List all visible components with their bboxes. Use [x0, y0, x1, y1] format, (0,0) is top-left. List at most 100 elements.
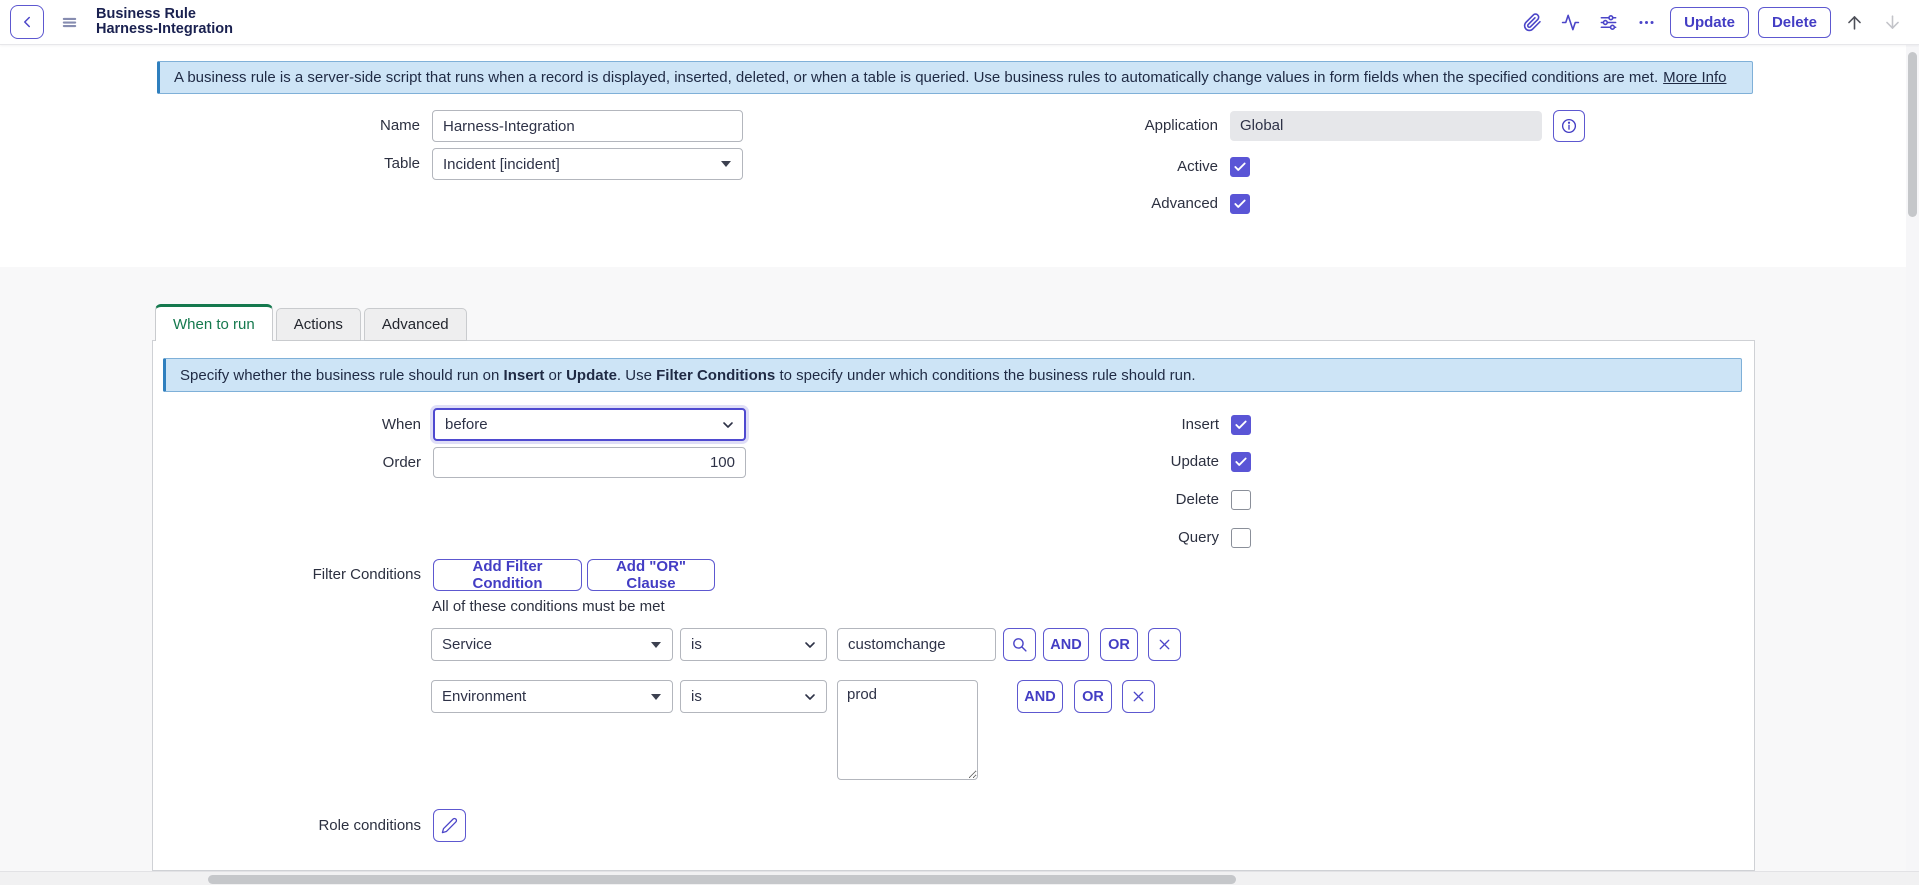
vertical-scrollbar-thumb[interactable]: [1908, 52, 1917, 217]
search-icon: [1011, 636, 1028, 653]
application-info-button[interactable]: [1553, 110, 1585, 142]
dropdown-caret-icon: [651, 694, 661, 700]
insert-checkbox[interactable]: [1231, 415, 1251, 435]
when-to-run-info-banner: Specify whether the business rule should…: [163, 358, 1742, 392]
condition-operator-select[interactable]: is: [680, 680, 827, 713]
business-rule-form-page: Business Rule Harness-Integration Update…: [0, 0, 1919, 885]
remove-condition-button[interactable]: [1122, 680, 1155, 713]
edit-role-conditions-button[interactable]: [433, 809, 466, 842]
sliders-icon: [1599, 13, 1618, 32]
tab-label: When to run: [173, 316, 255, 333]
delete-label: Delete: [1019, 490, 1219, 510]
and-button[interactable]: AND: [1017, 680, 1063, 713]
update-checkbox[interactable]: [1231, 452, 1251, 472]
condition-match-text: All of these conditions must be met: [432, 597, 832, 617]
application-field: Global: [1230, 111, 1542, 141]
arrow-up-icon: [1845, 13, 1864, 32]
info-banner-text: A business rule is a server-side script …: [174, 69, 1658, 86]
delete-checkbox[interactable]: [1231, 490, 1251, 510]
arrow-down-icon: [1883, 13, 1902, 32]
more-options-button[interactable]: [1631, 7, 1661, 37]
update-button[interactable]: Update: [1670, 7, 1749, 38]
condition-field-select[interactable]: Environment: [431, 680, 673, 713]
table-label: Table: [157, 148, 420, 180]
activity-icon: [1561, 13, 1580, 32]
hamburger-icon: [61, 14, 78, 31]
attachments-button[interactable]: [1517, 7, 1547, 37]
info-banner: A business rule is a server-side script …: [157, 61, 1753, 94]
advanced-label: Advanced: [960, 194, 1218, 214]
check-icon: [1233, 197, 1247, 211]
context-menu-button[interactable]: [56, 9, 82, 35]
chevron-left-icon: [18, 13, 36, 31]
delete-button[interactable]: Delete: [1758, 7, 1831, 38]
condition-field-select[interactable]: Service: [431, 628, 673, 661]
chevron-down-icon: [720, 417, 736, 433]
close-icon: [1130, 688, 1147, 705]
when-select-value: before: [445, 416, 488, 433]
update-label: Update: [1019, 452, 1219, 472]
condition-value-textarea[interactable]: prod: [837, 680, 978, 780]
vertical-scrollbar[interactable]: [1906, 44, 1919, 871]
pencil-icon: [441, 817, 458, 834]
add-filter-condition-button[interactable]: Add Filter Condition: [433, 559, 582, 591]
table-select[interactable]: Incident [incident]: [432, 148, 743, 180]
condition-lookup-button[interactable]: [1003, 628, 1036, 661]
next-record-button[interactable]: [1877, 7, 1907, 37]
dropdown-caret-icon: [651, 642, 661, 648]
back-button[interactable]: [10, 5, 44, 39]
when-to-run-panel: Specify whether the business rule should…: [152, 340, 1755, 871]
condition-field-value: Service: [442, 636, 492, 653]
condition-operator-value: is: [691, 636, 702, 653]
filter-conditions-label: Filter Conditions: [157, 559, 421, 591]
order-input[interactable]: [433, 447, 746, 478]
active-checkbox[interactable]: [1230, 157, 1250, 177]
remove-condition-button[interactable]: [1148, 628, 1181, 661]
when-select[interactable]: before: [433, 408, 746, 441]
form-tabs: When to run Actions Advanced: [155, 305, 467, 341]
tab-label: Advanced: [382, 316, 449, 333]
active-label: Active: [960, 157, 1218, 177]
ellipsis-icon: [1637, 13, 1656, 32]
record-name-label: Harness-Integration: [96, 22, 233, 37]
more-info-link[interactable]: More Info: [1663, 69, 1726, 86]
chevron-down-icon: [802, 637, 818, 653]
paperclip-icon: [1523, 13, 1542, 32]
personalize-form-button[interactable]: [1593, 7, 1623, 37]
when-label: When: [157, 408, 421, 441]
info-icon: [1560, 117, 1578, 135]
dropdown-caret-icon: [721, 161, 731, 167]
order-label: Order: [157, 447, 421, 478]
previous-record-button[interactable]: [1839, 7, 1869, 37]
horizontal-scrollbar[interactable]: [0, 871, 1919, 885]
query-checkbox[interactable]: [1231, 528, 1251, 548]
condition-value-input[interactable]: [837, 628, 996, 661]
application-label: Application: [960, 112, 1218, 140]
info-text: Specify whether the business rule should…: [180, 367, 1196, 384]
add-or-clause-button[interactable]: Add "OR" Clause: [587, 559, 715, 591]
or-button[interactable]: OR: [1100, 628, 1138, 661]
chevron-down-icon: [802, 689, 818, 705]
condition-operator-select[interactable]: is: [680, 628, 827, 661]
tab-actions[interactable]: Actions: [276, 308, 361, 341]
query-label: Query: [1019, 528, 1219, 548]
name-label: Name: [157, 110, 420, 142]
tab-label: Actions: [294, 316, 343, 333]
insert-label: Insert: [1019, 415, 1219, 435]
tab-advanced[interactable]: Advanced: [364, 308, 467, 341]
advanced-checkbox[interactable]: [1230, 194, 1250, 214]
condition-operator-value: is: [691, 688, 702, 705]
tab-when-to-run[interactable]: When to run: [155, 304, 273, 341]
role-conditions-label: Role conditions: [157, 809, 421, 842]
and-button[interactable]: AND: [1043, 628, 1089, 661]
header-actions: Update Delete: [1509, 7, 1907, 38]
activity-stream-button[interactable]: [1555, 7, 1585, 37]
record-type-label: Business Rule: [96, 7, 233, 22]
or-button[interactable]: OR: [1074, 680, 1112, 713]
check-icon: [1234, 455, 1248, 469]
name-input[interactable]: [432, 110, 743, 142]
horizontal-scrollbar-thumb[interactable]: [208, 875, 1236, 884]
table-select-value: Incident [incident]: [443, 156, 560, 173]
close-icon: [1156, 636, 1173, 653]
check-icon: [1233, 160, 1247, 174]
